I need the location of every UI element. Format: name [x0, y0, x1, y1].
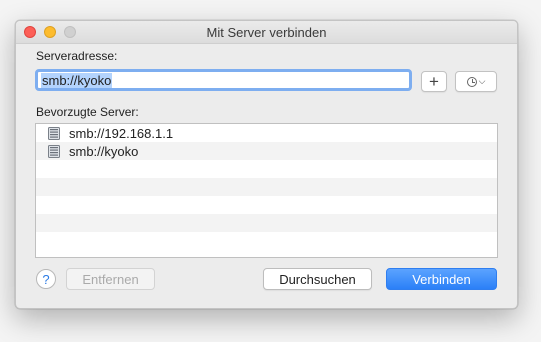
server-icon [48, 144, 60, 158]
question-mark-icon: ? [42, 271, 50, 287]
empty-row [36, 196, 497, 214]
remove-button[interactable]: Entfernen [66, 268, 155, 290]
list-item[interactable]: smb://kyoko [36, 142, 497, 160]
server-address-label: Serveradresse: [36, 49, 118, 63]
empty-row [36, 232, 497, 250]
help-button[interactable]: ? [36, 269, 56, 289]
plus-icon: + [429, 71, 439, 91]
server-address-value: smb://kyoko [41, 73, 113, 88]
empty-row [36, 214, 497, 232]
clock-icon [466, 76, 477, 87]
server-address-input[interactable]: smb://kyoko [35, 69, 412, 91]
connect-button[interactable]: Verbinden [386, 268, 497, 290]
add-favorite-button[interactable]: + [421, 71, 447, 92]
favorite-servers-label: Bevorzugte Server: [36, 105, 139, 119]
empty-row [36, 178, 497, 196]
window-title: Mit Server verbinden [206, 25, 327, 40]
browse-button[interactable]: Durchsuchen [263, 268, 372, 290]
server-icon [48, 126, 60, 140]
list-item-label: smb://192.168.1.1 [69, 125, 174, 141]
connect-to-server-dialog: Mit Server verbinden Serveradresse: smb:… [15, 20, 518, 309]
list-item-label: smb://kyoko [69, 143, 139, 159]
empty-row [36, 160, 497, 178]
list-item[interactable]: smb://192.168.1.1 [36, 124, 497, 142]
recent-servers-button[interactable]: ⌵ [455, 71, 497, 92]
chevron-down-icon: ⌵ [478, 76, 486, 86]
title-bar: Mit Server verbinden [16, 21, 517, 44]
favorite-servers-list[interactable]: smb://192.168.1.1 smb://kyoko [35, 123, 498, 258]
